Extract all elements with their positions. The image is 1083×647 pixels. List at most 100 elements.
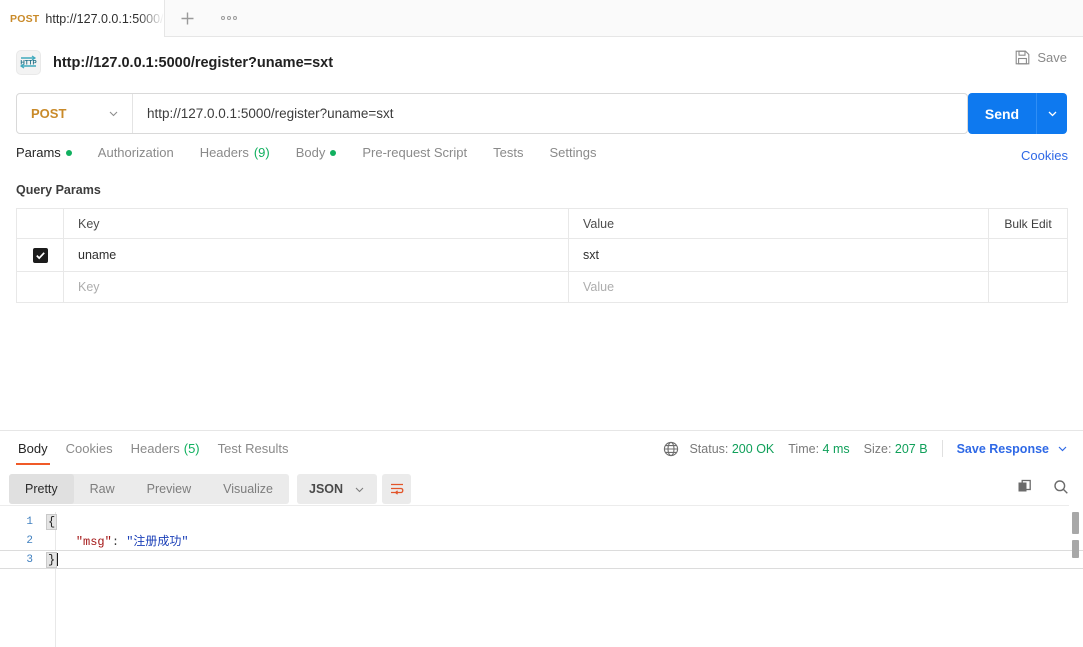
tab-headers[interactable]: Headers (9) xyxy=(200,145,270,160)
request-tab-method: POST xyxy=(10,12,40,25)
tab-pre-request-script[interactable]: Pre-request Script xyxy=(362,145,467,160)
response-tab-test-results[interactable]: Test Results xyxy=(209,434,298,462)
svg-text:HTTP: HTTP xyxy=(20,60,36,67)
empty-row-key-cell[interactable]: Key xyxy=(64,272,569,302)
ellipsis-icon-dot xyxy=(221,16,225,20)
query-params-title: Query Params xyxy=(16,183,101,197)
header-cell-value: Value xyxy=(569,209,989,238)
table-header-row: Key Value Bulk Edit xyxy=(17,209,1067,239)
tab-params[interactable]: Params xyxy=(16,145,72,160)
response-divider[interactable] xyxy=(0,430,1083,431)
save-response-button[interactable]: Save Response xyxy=(957,442,1049,456)
header-cell-key: Key xyxy=(64,209,569,238)
row-key-cell[interactable]: uname xyxy=(64,239,569,271)
scrollbar-thumb[interactable] xyxy=(1072,512,1079,534)
response-body-viewer[interactable]: 1 { 2 "msg": "注册成功" 3 } xyxy=(0,512,1083,647)
tab-headers-label: Headers xyxy=(199,145,249,160)
row-key-value: uname xyxy=(78,248,117,262)
tab-tests[interactable]: Tests xyxy=(493,145,523,160)
format-pretty-label: Pretty xyxy=(25,482,58,496)
send-options-button[interactable] xyxy=(1037,93,1067,134)
request-tab[interactable]: POST http://127.0.0.1:5000/reg xyxy=(0,0,165,37)
empty-row-value-cell[interactable]: Value xyxy=(569,272,989,302)
json-colon: : xyxy=(111,535,120,549)
response-language-value: JSON xyxy=(309,482,344,496)
tab-strip: POST http://127.0.0.1:5000/reg xyxy=(0,0,1083,37)
tab-headers-count: (9) xyxy=(253,145,270,160)
row-value-cell[interactable]: sxt xyxy=(569,239,989,271)
modified-dot-icon xyxy=(65,149,72,156)
code-line: 2 "msg": "注册成功" xyxy=(0,531,1083,550)
search-button[interactable] xyxy=(1053,479,1069,500)
size-value: 207 B xyxy=(894,441,928,456)
chevron-down-icon xyxy=(355,487,364,492)
word-wrap-button[interactable] xyxy=(382,474,411,504)
empty-row-actions-cell xyxy=(989,272,1067,302)
tab-settings[interactable]: Settings xyxy=(549,145,596,160)
http-protocol-badge: HTTP xyxy=(16,50,41,75)
code-line-text: { xyxy=(45,513,1083,530)
status-label: Status: xyxy=(689,441,729,456)
ellipsis-icon-dot xyxy=(233,16,237,20)
tab-pre-request-script-label: Pre-request Script xyxy=(362,145,468,160)
line-number: 3 xyxy=(26,553,33,566)
time-value: 4 ms xyxy=(822,441,850,456)
tab-authorization[interactable]: Authorization xyxy=(98,145,174,160)
http-method-value: POST xyxy=(31,106,67,121)
response-tab-headers[interactable]: Headers (5) xyxy=(122,434,209,462)
response-tab-cookies[interactable]: Cookies xyxy=(57,434,122,462)
response-tab-test-results-label: Test Results xyxy=(217,440,289,456)
chevron-down-icon xyxy=(1048,111,1056,117)
tab-more-button[interactable] xyxy=(209,0,249,36)
chevron-down-icon xyxy=(1058,446,1067,452)
table-row-empty[interactable]: Key Value xyxy=(17,272,1067,303)
response-tab-headers-count: (5) xyxy=(183,440,200,456)
save-button[interactable]: Save xyxy=(1015,50,1067,65)
format-visualize-button[interactable]: Visualize xyxy=(207,474,289,504)
text-cursor xyxy=(57,552,59,566)
response-format-group: Pretty Raw Preview Visualize xyxy=(9,474,289,504)
save-response-caret-button[interactable] xyxy=(1057,443,1068,454)
postman-window: POST http://127.0.0.1:5000/reg HTTP http… xyxy=(0,0,1083,647)
ellipsis-icon-dot xyxy=(227,16,231,20)
json-close-brace: } xyxy=(45,551,58,568)
format-raw-button[interactable]: Raw xyxy=(74,474,131,504)
code-line-text: "msg": "注册成功" xyxy=(47,532,1083,549)
response-language-select[interactable]: JSON xyxy=(297,474,378,504)
response-tab-body-label: Body xyxy=(18,440,48,456)
plus-icon xyxy=(181,12,193,24)
http-method-select[interactable]: POST xyxy=(17,94,133,133)
request-tab-url: http://127.0.0.1:5000/reg xyxy=(45,11,164,26)
line-number: 2 xyxy=(26,534,33,547)
code-line: 1 { xyxy=(0,512,1083,531)
copy-button[interactable] xyxy=(1017,479,1033,500)
response-actions xyxy=(1017,479,1069,500)
tab-body-label: Body xyxy=(295,145,326,160)
send-button[interactable]: Send xyxy=(968,93,1037,134)
request-title: http://127.0.0.1:5000/register?uname=sxt xyxy=(53,54,334,71)
status-code[interactable]: Status: 200 OK xyxy=(689,442,774,456)
format-pretty-button[interactable]: Pretty xyxy=(9,474,74,504)
cookies-link[interactable]: Cookies xyxy=(1021,148,1068,163)
response-body-scrollbar[interactable] xyxy=(1071,512,1080,647)
tab-authorization-label: Authorization xyxy=(97,145,174,160)
request-header-bar: HTTP http://127.0.0.1:5000/register?unam… xyxy=(0,37,1083,88)
tab-body[interactable]: Body xyxy=(296,145,337,160)
send-button-group: Send xyxy=(968,93,1067,134)
response-size[interactable]: Size: 207 B xyxy=(864,442,928,456)
new-tab-button[interactable] xyxy=(165,0,209,36)
time-label: Time: xyxy=(788,441,820,456)
http-icon: HTTP xyxy=(19,55,37,69)
url-input[interactable] xyxy=(133,94,967,133)
response-body-separator xyxy=(0,505,1069,506)
param-enabled-checkbox[interactable] xyxy=(32,247,48,263)
scrollbar-thumb-secondary[interactable] xyxy=(1072,540,1079,558)
save-button-label: Save xyxy=(1037,50,1067,65)
row-value-value: sxt xyxy=(583,248,599,262)
bulk-edit-button[interactable]: Bulk Edit xyxy=(989,209,1067,238)
table-row[interactable]: uname sxt xyxy=(17,239,1067,272)
request-url-bar: POST xyxy=(16,93,968,134)
response-tab-body[interactable]: Body xyxy=(9,434,57,465)
response-time[interactable]: Time: 4 ms xyxy=(788,442,849,456)
format-preview-button[interactable]: Preview xyxy=(131,474,207,504)
